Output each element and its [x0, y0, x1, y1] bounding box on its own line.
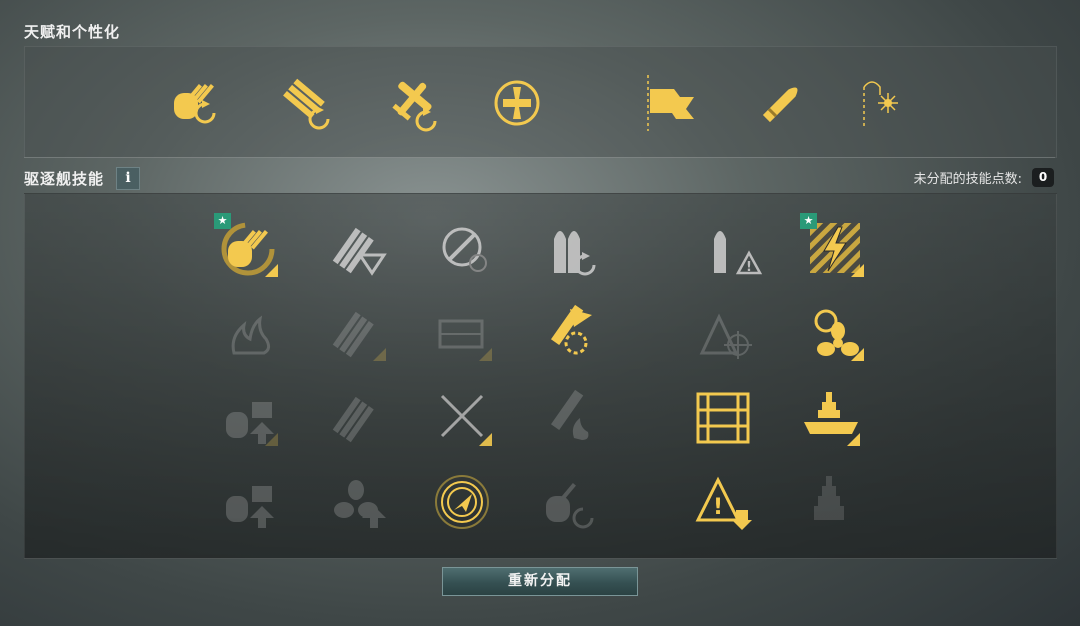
- skill-gun-feeder-icon[interactable]: ★: [214, 213, 280, 279]
- fuse-spark-icon[interactable]: [858, 73, 918, 133]
- skill-battleship-icon[interactable]: [802, 388, 862, 448]
- torpedo-reload-icon[interactable]: [274, 73, 334, 133]
- unassigned-points-value: 0: [1032, 168, 1054, 187]
- skill-shell-warning-icon[interactable]: !: [702, 219, 762, 279]
- shell-icon[interactable]: [752, 73, 812, 133]
- section-divider: [24, 157, 1055, 158]
- flag-icon[interactable]: [642, 73, 702, 133]
- skill-shell-reload-icon[interactable]: [546, 219, 606, 279]
- skill-gun-reload-icon[interactable]: [540, 472, 600, 532]
- skill-level-marker: [479, 348, 492, 361]
- svg-text:!: !: [746, 260, 752, 275]
- gun-reload-icon[interactable]: [166, 73, 226, 133]
- skill-torpedo-speed-icon[interactable]: [328, 388, 388, 448]
- star-icon: ★: [214, 213, 231, 229]
- info-button[interactable]: i: [116, 167, 140, 190]
- svg-text:!: !: [713, 495, 723, 520]
- skill-aa-upgrade-icon[interactable]: [220, 388, 280, 448]
- skills-title: 驱逐舰技能: [24, 170, 105, 188]
- skill-level-marker: [847, 433, 860, 446]
- cross-emblem-icon[interactable]: [487, 73, 547, 133]
- skill-propeller-upgrade-icon[interactable]: [328, 472, 388, 532]
- skill-aa-boost-icon[interactable]: [220, 472, 280, 532]
- skill-flag-fire-icon[interactable]: [540, 388, 600, 448]
- skill-torpedo-reload-icon[interactable]: [328, 303, 388, 363]
- skill-level-marker: [851, 264, 864, 277]
- skill-warning-target-icon[interactable]: [696, 303, 756, 363]
- skill-ship-silhouette-icon[interactable]: [802, 472, 862, 532]
- skill-ammo-crate-icon[interactable]: [694, 388, 754, 448]
- unassigned-points-label: 未分配的技能点数:: [913, 172, 1022, 187]
- reset-button[interactable]: 重新分配: [442, 567, 638, 596]
- skill-lightning-icon[interactable]: ★: [800, 213, 866, 279]
- skill-level-marker: [265, 264, 278, 277]
- aircraft-reload-icon[interactable]: [383, 73, 443, 133]
- skill-crossed-swords-icon[interactable]: [434, 388, 494, 448]
- skill-warning-down-icon[interactable]: !: [694, 472, 754, 532]
- star-icon: ★: [800, 213, 817, 229]
- skill-ammo-rack-icon[interactable]: [434, 303, 494, 363]
- skill-level-marker: [373, 348, 386, 361]
- skill-flag-burst-icon[interactable]: [540, 303, 600, 363]
- skill-level-marker: [851, 348, 864, 361]
- skill-level-marker: [265, 433, 278, 446]
- skill-prohibit-icon[interactable]: [434, 219, 494, 279]
- talents-title: 天赋和个性化: [24, 23, 121, 41]
- skill-fire-icon[interactable]: [220, 303, 280, 363]
- skill-level-marker: [479, 433, 492, 446]
- skill-radar-icon[interactable]: [432, 472, 492, 532]
- skill-helm-propeller-icon[interactable]: [806, 303, 866, 363]
- skill-torpedo-icon[interactable]: [328, 219, 388, 279]
